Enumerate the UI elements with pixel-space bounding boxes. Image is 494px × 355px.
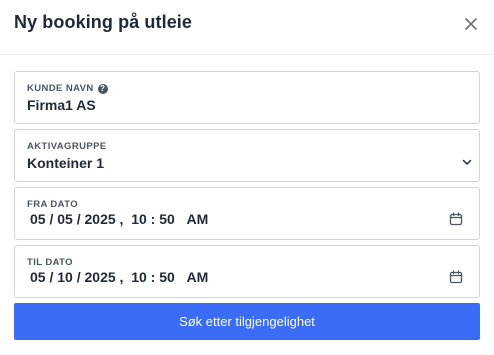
- date-separator: /: [72, 269, 85, 285]
- modal-header: Ny booking på utleie: [0, 0, 494, 55]
- search-availability-button[interactable]: Søk etter tilgjengelighet: [14, 303, 480, 340]
- chevron-down-icon[interactable]: [461, 156, 473, 168]
- close-icon: [465, 18, 477, 30]
- customer-name-field[interactable]: KUNDE NAVN ? Firma1 AS: [14, 71, 480, 124]
- to-date-value: 05 / 10 / 2025 , 10 : 50 AM: [30, 269, 208, 285]
- customer-name-value[interactable]: Firma1 AS: [27, 97, 96, 113]
- to-date-field[interactable]: TIL DATO 05 / 10 / 2025 , 10 : 50 AM: [14, 245, 480, 298]
- to-date-year[interactable]: 2025: [85, 269, 116, 285]
- from-date-label: FRA DATO: [27, 199, 79, 210]
- from-date-hour[interactable]: 10: [131, 211, 147, 227]
- from-date-month[interactable]: 05: [30, 211, 46, 227]
- calendar-icon[interactable]: [449, 212, 463, 226]
- to-date-ampm[interactable]: AM: [187, 269, 209, 285]
- close-button[interactable]: [462, 15, 480, 33]
- time-separator: :: [146, 211, 160, 227]
- calendar-icon[interactable]: [449, 270, 463, 284]
- date-separator: /: [45, 269, 58, 285]
- to-date-hour[interactable]: 10: [131, 269, 147, 285]
- from-date-minute[interactable]: 50: [159, 211, 175, 227]
- from-date-day[interactable]: 05: [57, 211, 73, 227]
- date-separator: /: [45, 211, 58, 227]
- help-icon[interactable]: ?: [97, 83, 108, 94]
- datetime-separator: ,: [115, 211, 132, 227]
- time-gap: [175, 211, 187, 227]
- from-date-field[interactable]: FRA DATO 05 / 05 / 2025 , 10 : 50 AM: [14, 187, 480, 240]
- datetime-separator: ,: [115, 269, 132, 285]
- from-date-year[interactable]: 2025: [85, 211, 116, 227]
- asset-group-select[interactable]: AKTIVAGRUPPE Konteiner 1: [14, 129, 480, 182]
- date-separator: /: [72, 211, 85, 227]
- from-date-value: 05 / 05 / 2025 , 10 : 50 AM: [30, 211, 208, 227]
- from-date-ampm[interactable]: AM: [187, 211, 209, 227]
- to-date-label: TIL DATO: [27, 257, 73, 268]
- asset-group-value[interactable]: Konteiner 1: [27, 155, 104, 171]
- modal-title: Ny booking på utleie: [14, 12, 193, 32]
- customer-name-label-text: KUNDE NAVN: [27, 83, 94, 94]
- customer-name-label: KUNDE NAVN ?: [27, 83, 108, 94]
- to-date-month[interactable]: 05: [30, 269, 46, 285]
- time-separator: :: [146, 269, 160, 285]
- asset-group-label: AKTIVAGRUPPE: [27, 141, 107, 152]
- booking-modal: Ny booking på utleie KUNDE NAVN ? Firma1…: [0, 0, 494, 355]
- to-date-minute[interactable]: 50: [159, 269, 175, 285]
- to-date-day[interactable]: 10: [57, 269, 73, 285]
- time-gap: [175, 269, 187, 285]
